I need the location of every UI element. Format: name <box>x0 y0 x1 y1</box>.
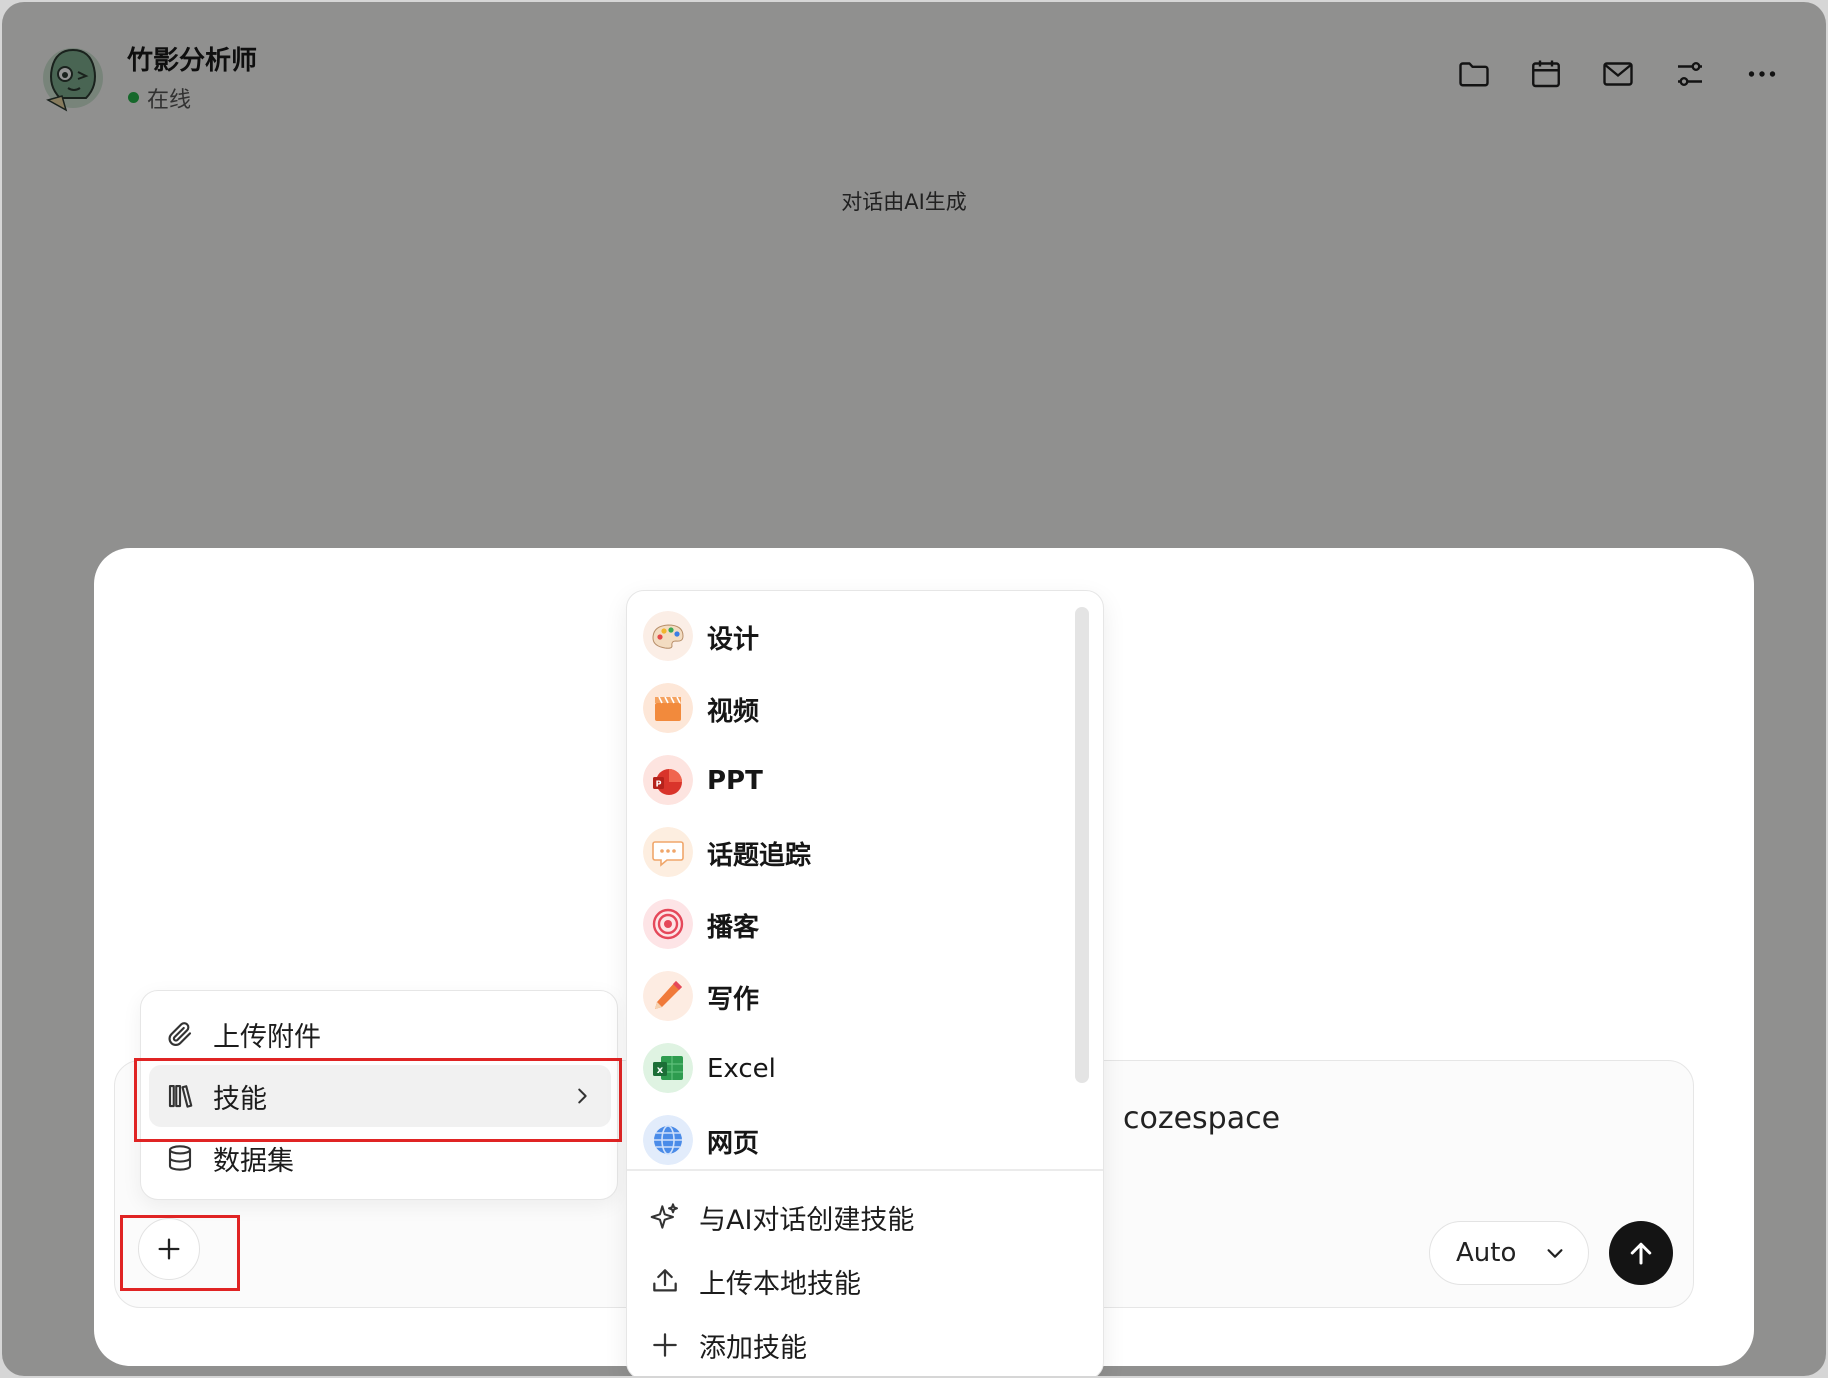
add-skill[interactable]: 添加技能 <box>649 1317 1089 1373</box>
skill-item-podcast[interactable]: 播客 <box>643 893 1063 957</box>
action-label: 与AI对话创建技能 <box>699 1204 915 1236</box>
menu-divider <box>627 1169 1103 1171</box>
skill-label: 设计 <box>707 624 760 655</box>
database-icon <box>168 1145 192 1171</box>
pencil-icon <box>643 971 693 1021</box>
skills-scrollbar[interactable] <box>1075 607 1089 1083</box>
palette-icon <box>643 611 693 661</box>
ppt-icon: P <box>643 755 693 805</box>
menu-item-label: 上传附件 <box>213 1021 321 1053</box>
plus-icon <box>653 1333 677 1357</box>
skill-item-ppt[interactable]: P PPT <box>643 749 1063 813</box>
chevron-down-icon <box>1547 1249 1563 1258</box>
app-window: 竹影分析师 在线 对话由AI生成 cozespace Auto 上传附件 技能 … <box>2 2 1826 1376</box>
skill-label: PPT <box>707 766 763 796</box>
menu-item-label: 数据集 <box>213 1145 294 1177</box>
skill-item-topic-tracking[interactable]: 话题追踪 <box>643 821 1063 885</box>
chat-bubble-icon <box>643 827 693 877</box>
composer-text[interactable]: cozespace <box>1123 1101 1280 1136</box>
skill-item-writing[interactable]: 写作 <box>643 965 1063 1029</box>
highlight-add-button <box>120 1215 240 1291</box>
skill-item-design[interactable]: 设计 <box>643 605 1063 669</box>
skill-label: 话题追踪 <box>707 840 812 871</box>
skill-label: 写作 <box>707 984 760 1015</box>
skill-label: 播客 <box>707 912 760 943</box>
skill-item-webpage[interactable]: 网页 <box>643 1109 1063 1173</box>
clapperboard-icon <box>643 683 693 733</box>
menu-item-upload-attachment[interactable]: 上传附件 <box>149 1003 611 1065</box>
create-skill-with-ai[interactable]: 与AI对话创建技能 <box>649 1189 1089 1245</box>
paperclip-icon <box>168 1022 192 1046</box>
model-select[interactable]: Auto <box>1429 1221 1589 1285</box>
skill-item-video[interactable]: 视频 <box>643 677 1063 741</box>
upload-icon <box>653 1269 677 1292</box>
highlight-skills <box>134 1058 622 1142</box>
arrow-up-icon <box>1630 1242 1652 1265</box>
upload-local-skill[interactable]: 上传本地技能 <box>649 1253 1089 1309</box>
podcast-icon <box>643 899 693 949</box>
svg-text:P: P <box>656 780 662 789</box>
svg-text:x: x <box>657 1065 664 1076</box>
action-label: 上传本地技能 <box>699 1268 861 1300</box>
skill-label: 视频 <box>707 696 760 727</box>
model-select-label: Auto <box>1456 1238 1517 1268</box>
skill-item-excel[interactable]: x Excel <box>643 1037 1063 1101</box>
skill-label: 网页 <box>707 1128 760 1159</box>
action-label: 添加技能 <box>699 1332 807 1364</box>
sparkle-icon <box>650 1203 678 1229</box>
send-button[interactable] <box>1609 1221 1673 1285</box>
globe-icon <box>643 1115 693 1165</box>
excel-icon: x <box>643 1043 693 1093</box>
skills-submenu: 设计 视频 P PPT 话题追踪 播客 写作 x Excel 网页 与AI对话创… <box>626 590 1104 1376</box>
skill-label: Excel <box>707 1054 776 1084</box>
